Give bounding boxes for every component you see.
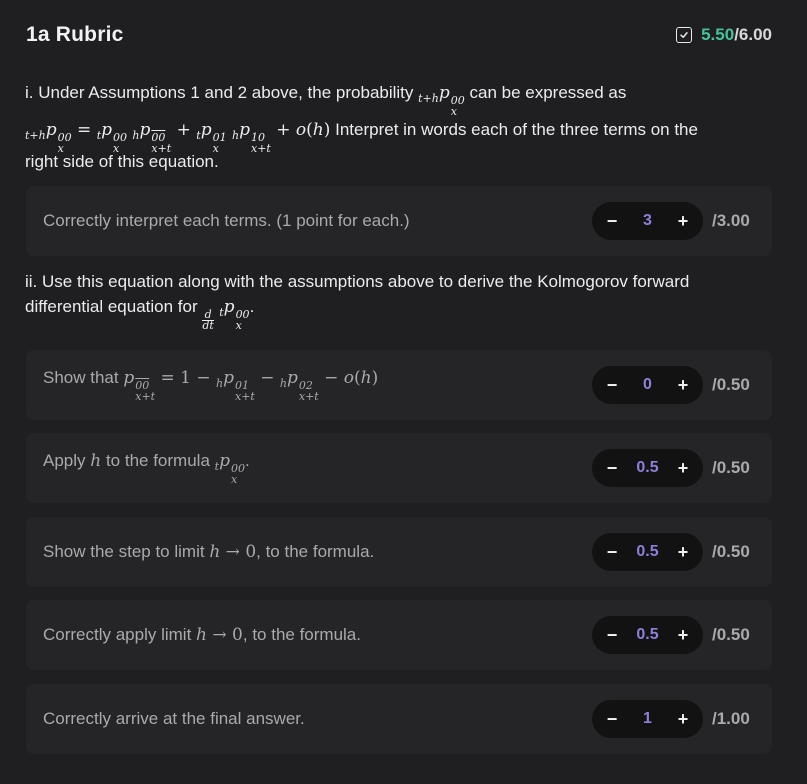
question-i-text: i. Under Assumptions 1 and 2 above, the …	[25, 83, 414, 102]
increment-button[interactable]: +	[673, 709, 693, 729]
score-total: /6.00	[734, 25, 772, 44]
max-score: /3.00	[712, 211, 750, 230]
score-value[interactable]: 0.5	[622, 459, 673, 477]
max-score: /0.50	[712, 625, 750, 644]
criterion-label-text: Show that	[43, 368, 119, 387]
criterion-row: Correctly interpret each terms. (1 point…	[26, 186, 772, 256]
criterion-label-text: Show the step to limit	[43, 542, 205, 561]
increment-button[interactable]: +	[673, 542, 693, 562]
rubric-header: 1a Rubric 5.50/6.00	[26, 20, 772, 50]
decrement-button[interactable]: −	[602, 375, 622, 395]
criterion-row: Apply h to the formula tp 00 x. − 0.5 + /0…	[26, 433, 772, 503]
math-formula: tp 00 x	[214, 451, 245, 486]
score-stepper: − 0.5 +	[592, 533, 703, 571]
increment-button[interactable]: +	[673, 211, 693, 231]
score-stepper: − 0.5 +	[592, 616, 703, 654]
score-stepper: − 1 +	[592, 700, 703, 738]
criterion-label: Correctly arrive at the final answer.	[43, 709, 305, 728]
question-ii-line1: ii. Use this equation along with the ass…	[25, 272, 690, 291]
math-equation: t+hp 00 x = tp 00 x hp 00 x+t + tp 01 x hp 10 x+t …	[25, 120, 331, 155]
question-i: i. Under Assumptions 1 and 2 above, the …	[25, 80, 767, 174]
max-score: /0.50	[712, 458, 750, 477]
decrement-button[interactable]: −	[602, 458, 622, 478]
criterion-label: Correctly interpret each terms. (1 point…	[43, 211, 410, 230]
decrement-button[interactable]: −	[602, 542, 622, 562]
question-i-text-3: Interpret in words each of the three ter…	[335, 120, 698, 139]
decrement-button[interactable]: −	[602, 709, 622, 729]
increment-button[interactable]: +	[673, 625, 693, 645]
score-value[interactable]: 0.5	[622, 543, 673, 561]
question-ii-line2: differential equation for d dt tp 00 x.	[25, 297, 255, 332]
question-ii: ii. Use this equation along with the ass…	[25, 269, 767, 331]
increment-button[interactable]: +	[673, 375, 693, 395]
score-stepper: − 3 +	[592, 202, 703, 240]
math-limit: h → 0	[196, 625, 243, 645]
criterion-row: Correctly apply limit h → 0, to the form…	[26, 600, 772, 670]
checkbox-check-icon	[676, 27, 693, 43]
score-stepper: − 0.5 +	[592, 449, 703, 487]
decrement-button[interactable]: −	[602, 211, 622, 231]
score-value[interactable]: 3	[622, 212, 673, 230]
criterion-label: Show the step to limit h → 0, to the for…	[43, 542, 374, 562]
criterion-label-text-2: to the formula	[105, 451, 210, 470]
increment-button[interactable]: +	[673, 458, 693, 478]
criterion-row: Show that p 00 x+t = 1 − hp 01 x+t − hp 02 x+t…	[26, 350, 772, 420]
score-value[interactable]: 0.5	[622, 626, 673, 644]
max-score: /1.00	[712, 709, 750, 728]
decrement-button[interactable]: −	[602, 625, 622, 645]
rubric-panel: 1a Rubric 5.50/6.00 i. Under Assumptions…	[0, 0, 807, 784]
criterion-row: Show the step to limit h → 0, to the for…	[26, 517, 772, 587]
score-value[interactable]: 0	[622, 376, 673, 394]
max-score: /0.50	[712, 375, 750, 394]
math-show-that: p 00 x+t = 1 − hp 01 x+t − hp 02 x+t − o(h)	[123, 368, 379, 403]
criterion-row: Correctly arrive at the final answer. − …	[26, 684, 772, 754]
question-i-line1: i. Under Assumptions 1 and 2 above, the …	[25, 80, 767, 117]
criterion-label: Apply h to the formula tp 00 x.	[43, 451, 250, 486]
criterion-label-text-2: , to the formula.	[256, 542, 375, 561]
max-score: /0.50	[712, 542, 750, 561]
math-limit: h → 0	[209, 542, 257, 562]
math-probability: t+hp 00 x	[418, 83, 465, 118]
question-ii-text: differential equation for	[25, 297, 198, 316]
criterion-label: Show that p 00 x+t = 1 − hp 01 x+t − hp 02 x+t…	[43, 368, 378, 402]
math-h: h	[90, 451, 102, 471]
question-i-text-2: can be expressed as	[469, 83, 627, 102]
criterion-label-text-2: , to the formula.	[242, 625, 361, 644]
criterion-label: Correctly apply limit h → 0, to the form…	[43, 625, 361, 645]
criterion-label-text: Correctly apply limit	[43, 625, 192, 644]
score-awarded: 5.50	[701, 25, 735, 44]
score-summary: 5.50/6.00	[676, 25, 772, 45]
rubric-title: 1a Rubric	[26, 23, 124, 46]
score-stepper: − 0 +	[592, 366, 703, 404]
criterion-label-text: Apply	[43, 451, 86, 470]
math-derivative: d dt tp 00 x	[202, 297, 250, 332]
score-value[interactable]: 1	[622, 710, 673, 728]
